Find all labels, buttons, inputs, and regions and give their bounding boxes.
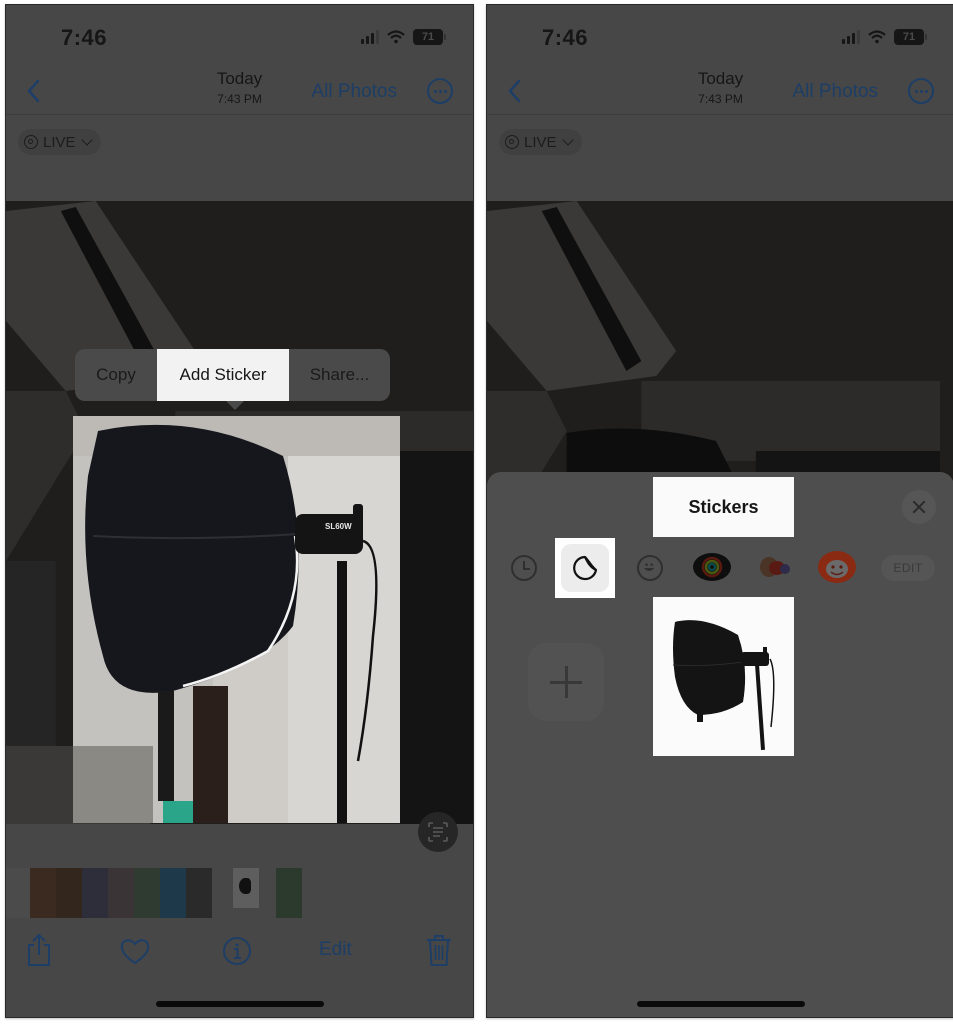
thumbnail-strip <box>6 867 473 919</box>
live-photo-toggle[interactable]: LIVE <box>18 129 101 155</box>
share-icon <box>28 933 50 966</box>
live-photo-toggle[interactable]: LIVE <box>499 129 582 155</box>
thumbnail[interactable] <box>82 868 108 918</box>
edit-stickers-button[interactable]: EDIT <box>881 555 935 581</box>
nav-bar: Today 7:43 PM All Photos <box>487 67 953 115</box>
cellular-signal-icon <box>842 30 860 44</box>
nav-title: Today 7:43 PM <box>487 69 953 106</box>
delete-button[interactable] <box>425 933 453 967</box>
more-options-button[interactable] <box>908 78 934 104</box>
info-button[interactable] <box>222 936 252 966</box>
edit-button[interactable]: Edit <box>319 939 352 961</box>
phone-screen-photo-context-menu: 7:46 71 Today 7:43 PM All Photos LIVE SL… <box>5 4 474 1018</box>
share-menu-item[interactable]: Share... <box>289 349 390 401</box>
chevron-down-icon <box>80 133 93 146</box>
live-label: LIVE <box>524 133 557 151</box>
status-bar: 7:46 71 <box>6 5 473 67</box>
thumbnail[interactable] <box>30 868 56 918</box>
status-icons: 71 <box>842 29 927 45</box>
bottom-toolbar: Edit <box>6 927 473 975</box>
lifted-subject-preview[interactable]: SL60W <box>73 416 400 823</box>
app-sticker-pack-1[interactable] <box>693 553 731 581</box>
stickers-category-button[interactable] <box>555 538 615 598</box>
status-bar: 7:46 71 <box>487 5 953 67</box>
all-photos-button[interactable]: All Photos <box>792 81 878 103</box>
sticker-peel-icon <box>573 555 598 581</box>
character-sticker-icon <box>760 557 790 577</box>
status-icons: 71 <box>361 29 446 45</box>
thumbnail[interactable] <box>108 868 134 918</box>
more-options-button[interactable] <box>427 78 453 104</box>
live-photo-icon <box>505 135 519 149</box>
thumbnail[interactable] <box>160 868 186 918</box>
live-label: LIVE <box>43 133 76 151</box>
add-sticker-menu-item[interactable]: Add Sticker <box>157 349 289 401</box>
thumbnail[interactable] <box>134 868 160 918</box>
share-button[interactable] <box>24 933 54 967</box>
thumbnail[interactable] <box>186 868 212 918</box>
activity-rings-icon <box>701 556 723 578</box>
recents-category-button[interactable] <box>511 555 537 581</box>
thumbnail[interactable] <box>276 868 302 918</box>
thumbnail[interactable] <box>56 868 82 918</box>
nav-title: Today 7:43 PM <box>6 69 473 106</box>
context-menu: Copy Add Sticker Share... <box>75 349 390 410</box>
heart-icon <box>120 939 150 965</box>
thumbnail-current[interactable] <box>222 868 270 918</box>
chevron-down-icon <box>561 133 574 146</box>
nav-title-date: Today <box>216 69 263 88</box>
emoji-category-button[interactable] <box>637 555 663 581</box>
home-indicator[interactable] <box>155 1001 324 1007</box>
cellular-signal-icon <box>361 30 379 44</box>
home-indicator[interactable] <box>636 1001 805 1007</box>
thumbnail[interactable] <box>6 868 30 918</box>
svg-text:SL60W: SL60W <box>325 522 352 531</box>
sheet-title: Stickers <box>653 477 794 537</box>
nav-bar: Today 7:43 PM All Photos <box>6 67 473 115</box>
favorite-button[interactable] <box>119 936 151 966</box>
battery-icon: 71 <box>413 29 446 45</box>
close-button[interactable] <box>902 490 936 524</box>
nav-title-date: Today <box>697 69 744 88</box>
wifi-icon <box>868 30 886 44</box>
sticker-category-bar: EDIT <box>487 538 953 598</box>
lifted-subject-image: SL60W <box>73 416 400 823</box>
smiley-icon <box>644 563 655 571</box>
wifi-icon <box>387 30 405 44</box>
copy-menu-item[interactable]: Copy <box>75 349 157 401</box>
status-time: 7:46 <box>61 25 108 50</box>
live-text-button[interactable] <box>418 812 458 852</box>
sticker-item[interactable] <box>653 597 794 756</box>
softbox-sticker-image <box>653 597 794 756</box>
add-sticker-button[interactable] <box>528 643 604 721</box>
app-sticker-pack-3[interactable] <box>818 551 856 583</box>
status-time: 7:46 <box>542 25 589 50</box>
live-photo-icon <box>24 135 38 149</box>
app-sticker-pack-2[interactable] <box>755 553 793 581</box>
nav-title-time: 7:43 PM <box>698 92 743 106</box>
info-icon <box>223 937 251 965</box>
trash-icon <box>427 935 451 966</box>
phone-screen-stickers-sheet: 7:46 71 Today 7:43 PM All Photos LIVE St… <box>486 4 953 1018</box>
all-photos-button[interactable]: All Photos <box>311 81 397 103</box>
live-text-icon <box>428 822 448 842</box>
context-menu-pointer <box>226 401 244 410</box>
stickers-sheet: Stickers EDIT <box>487 472 953 1017</box>
nav-title-time: 7:43 PM <box>217 92 262 106</box>
reddit-snoo-icon <box>826 560 848 578</box>
battery-icon: 71 <box>894 29 927 45</box>
